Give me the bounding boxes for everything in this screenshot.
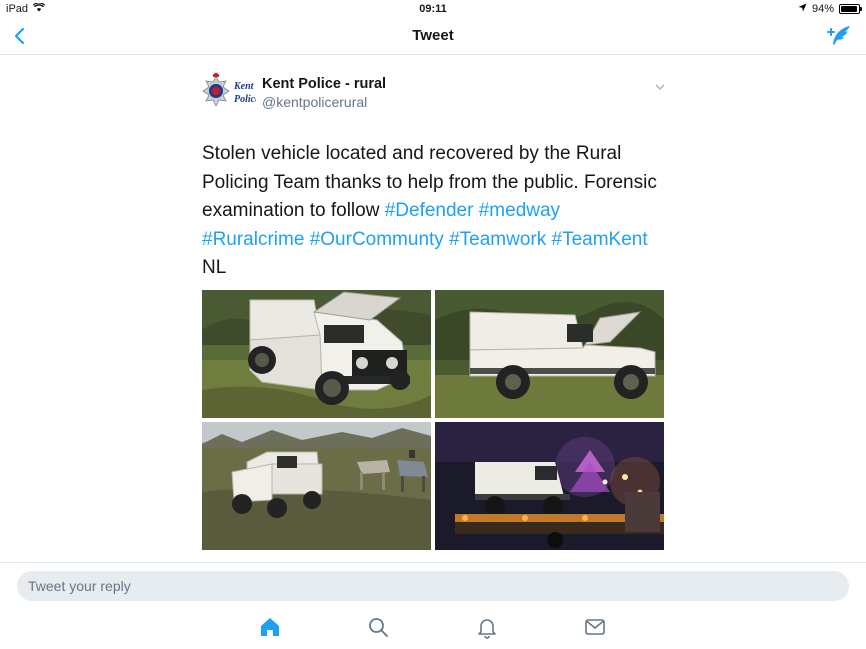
- tweet-signoff: NL: [202, 257, 227, 278]
- avatar[interactable]: Kent Police: [202, 72, 260, 116]
- search-icon[interactable]: [366, 615, 390, 639]
- tweet-text: Stolen vehicle located and recovered by …: [202, 140, 666, 283]
- battery-icon: [839, 4, 862, 14]
- status-time: 09:11: [419, 3, 447, 15]
- hashtag-link[interactable]: #Defender: [385, 200, 474, 221]
- notifications-icon[interactable]: [475, 615, 499, 639]
- hashtag-link[interactable]: #TeamKent: [552, 229, 648, 250]
- hashtag-link[interactable]: #Teamwork: [449, 229, 546, 250]
- page-title: Tweet: [412, 27, 454, 44]
- battery-fill: [841, 6, 857, 12]
- avatar-text-kent: Kent: [233, 81, 255, 92]
- status-bar: iPad 09:11 94%: [0, 0, 866, 18]
- tab-bar: [0, 615, 866, 645]
- home-icon[interactable]: [258, 615, 282, 639]
- hashtag-link[interactable]: #medway: [479, 200, 560, 221]
- reply-input[interactable]: Tweet your reply: [17, 571, 849, 601]
- author-name[interactable]: Kent Police - rural: [262, 76, 386, 92]
- photo-defender-with-horses[interactable]: [202, 422, 431, 550]
- reply-area: Tweet your reply: [0, 562, 866, 649]
- author-handle[interactable]: @kentpolicerural: [262, 94, 367, 110]
- photo-defender-front-hood-open[interactable]: [202, 290, 431, 418]
- photo-defender-on-recovery-truck-night[interactable]: [435, 422, 664, 550]
- nav-bar: Tweet: [0, 18, 866, 55]
- chevron-down-icon[interactable]: [654, 80, 666, 92]
- photo-grid: [202, 290, 664, 550]
- hashtag-link[interactable]: #Ruralcrime: [202, 229, 304, 250]
- status-right: 94%: [798, 3, 862, 15]
- avatar-text-police: Police: [234, 94, 256, 105]
- photo-defender-side-hood-open[interactable]: [435, 290, 664, 418]
- battery-percent: 94%: [811, 3, 834, 15]
- messages-icon[interactable]: [583, 615, 607, 639]
- location-arrow-icon: [798, 3, 807, 15]
- hashtag-link[interactable]: #OurCommunty: [310, 229, 444, 250]
- compose-tweet-icon[interactable]: [826, 23, 852, 49]
